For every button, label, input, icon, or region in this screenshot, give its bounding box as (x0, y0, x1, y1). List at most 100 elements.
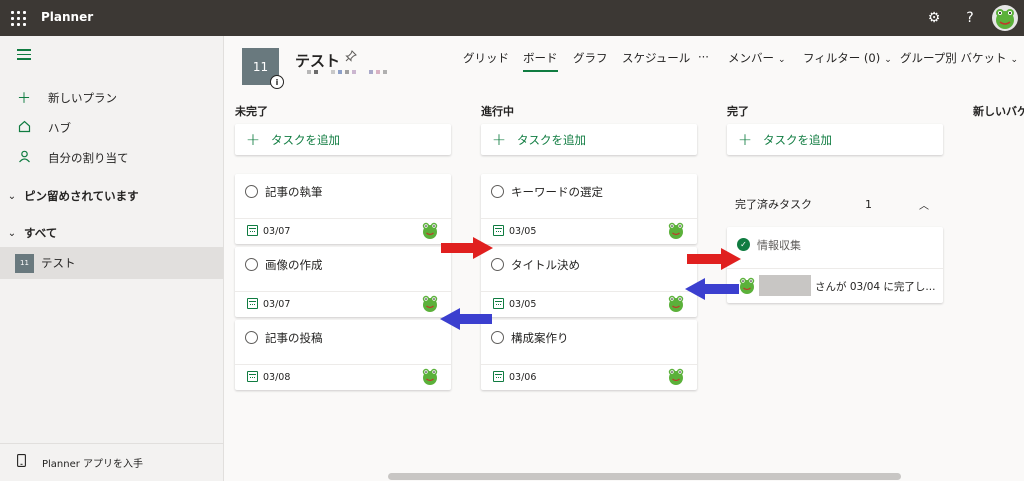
hamburger-menu-icon[interactable] (17, 49, 31, 63)
top-bar: Planner ⚙ ? (0, 0, 1024, 36)
group-by-dropdown[interactable]: グループ別 バケット ⌄ (900, 50, 1018, 66)
completed-task-card[interactable]: ✓ 情報収集 さんが 03/04 に完了し... (727, 227, 943, 303)
assignee-avatar[interactable] (420, 366, 440, 386)
complete-checkbox[interactable] (491, 185, 504, 198)
assignee-avatar[interactable] (666, 293, 686, 313)
bucket-title[interactable]: 進行中 (481, 103, 514, 119)
task-title: 画像の作成 (265, 258, 323, 272)
due-date: 03/05 (509, 226, 537, 237)
blue-arrow-annotation (685, 278, 739, 300)
task-card[interactable]: タイトル決め 03/05 (481, 247, 697, 317)
task-title: 情報収集 (757, 239, 801, 252)
assignee-avatar[interactable] (666, 366, 686, 386)
add-task-label: タスクを追加 (271, 132, 340, 147)
all-section-toggle[interactable]: ⌄ すべて (0, 220, 224, 246)
more-options-button[interactable]: ··· (698, 50, 709, 64)
assignee-avatar[interactable] (420, 220, 440, 240)
tab-schedule[interactable]: スケジュール (622, 50, 690, 66)
task-card[interactable]: 画像の作成 03/07 (235, 247, 451, 317)
chevron-down-icon: ⌄ (884, 55, 892, 65)
task-title: タイトル決め (511, 258, 580, 272)
app-launcher-icon[interactable] (6, 6, 30, 30)
calendar-icon (247, 298, 258, 309)
help-icon[interactable]: ? (961, 9, 979, 27)
get-app-link[interactable]: Planner アプリを入手 (0, 443, 224, 481)
add-task-button[interactable]: + タスクを追加 (727, 124, 943, 155)
assignee-avatar[interactable] (420, 293, 440, 313)
due-date: 03/06 (509, 372, 537, 383)
tab-board[interactable]: ボード (523, 50, 558, 72)
red-arrow-annotation (687, 248, 741, 270)
assignee-avatar[interactable] (666, 220, 686, 240)
gear-icon[interactable]: ⚙ (925, 9, 943, 27)
calendar-icon (493, 225, 504, 236)
task-card[interactable]: 記事の投稿 03/08 (235, 320, 451, 390)
task-title: 記事の執筆 (265, 185, 323, 199)
tab-chart[interactable]: グラフ (573, 50, 608, 66)
red-arrow-annotation (441, 237, 493, 259)
complete-checkbox[interactable] (491, 258, 504, 271)
new-bucket-input[interactable]: 新しいバケ (973, 103, 1024, 119)
completed-by-avatar (739, 277, 755, 294)
home-icon (0, 120, 48, 137)
add-task-label: タスクを追加 (517, 132, 586, 147)
horizontal-scrollbar[interactable] (388, 473, 901, 480)
chevron-down-icon: ⌄ (1010, 55, 1019, 65)
plan-thumbnail: 11 (15, 253, 34, 273)
profile-avatar[interactable] (992, 5, 1018, 31)
filter-label: フィルター (0) (803, 51, 881, 65)
sidebar-item-my-tasks[interactable]: 自分の割り当て (0, 144, 224, 172)
chevron-up-icon: ︿ (919, 200, 929, 212)
members-label: メンバー (728, 51, 774, 65)
info-icon[interactable]: i (270, 75, 284, 89)
pinned-section-label: ピン留めされています (24, 189, 139, 203)
blue-arrow-annotation (440, 308, 492, 330)
members-dropdown[interactable]: メンバー ⌄ (728, 50, 786, 66)
phone-icon (0, 454, 42, 471)
calendar-icon (247, 371, 258, 382)
task-card[interactable]: キーワードの選定 03/05 (481, 174, 697, 244)
completed-info: さんが 03/04 に完了し... (815, 281, 936, 293)
task-card[interactable]: 記事の執筆 03/07 (235, 174, 451, 244)
pin-icon[interactable] (345, 50, 357, 65)
complete-checkbox[interactable] (245, 331, 258, 344)
calendar-icon (493, 371, 504, 382)
calendar-icon (493, 298, 504, 309)
task-title: 構成案作り (511, 331, 569, 345)
completed-tasks-toggle[interactable]: 完了済みタスク 1 ︿ (727, 186, 943, 222)
bucket-title[interactable]: 未完了 (235, 103, 268, 119)
sidebar-item-hub[interactable]: ハブ (0, 114, 224, 142)
plus-icon: + (245, 129, 261, 150)
add-task-button[interactable]: + タスクを追加 (481, 124, 697, 155)
task-card[interactable]: 構成案作り 03/06 (481, 320, 697, 390)
calendar-icon (247, 225, 258, 236)
sidebar: ＋ 新しいプラン ハブ 自分の割り当て ⌄ ピン留めされています ⌄ すべて 1… (0, 36, 224, 481)
plus-icon: + (737, 129, 753, 150)
bucket-title[interactable]: 完了 (727, 103, 749, 119)
plus-icon: + (491, 129, 507, 150)
complete-checkbox[interactable] (245, 258, 258, 271)
chevron-down-icon: ⌄ (7, 190, 17, 202)
all-section-label: すべて (24, 226, 58, 240)
complete-checkbox[interactable] (245, 185, 258, 198)
sidebar-item-label: ハブ (48, 121, 71, 135)
get-app-label: Planner アプリを入手 (42, 459, 144, 470)
app-name[interactable]: Planner (41, 10, 93, 24)
due-date: 03/05 (509, 299, 537, 310)
sidebar-item-label: 自分の割り当て (48, 151, 129, 165)
complete-checkbox[interactable] (491, 331, 504, 344)
add-task-button[interactable]: + タスクを追加 (235, 124, 451, 155)
due-date: 03/08 (263, 372, 291, 383)
chevron-down-icon: ⌄ (778, 55, 786, 65)
task-title: キーワードの選定 (511, 185, 603, 199)
plan-title[interactable]: テスト (295, 50, 340, 71)
due-date: 03/07 (263, 226, 291, 237)
redacted-name (759, 275, 811, 296)
sidebar-plan-label: テスト (41, 256, 76, 270)
group-by-label: グループ別 バケット (900, 51, 1007, 65)
sidebar-item-plan-test[interactable]: 11 テスト (0, 247, 224, 279)
filter-dropdown[interactable]: フィルター (0) ⌄ (803, 50, 892, 66)
pinned-section-toggle[interactable]: ⌄ ピン留めされています (0, 183, 224, 209)
tab-grid[interactable]: グリッド (463, 50, 509, 66)
sidebar-item-new-plan[interactable]: ＋ 新しいプラン (0, 84, 224, 112)
